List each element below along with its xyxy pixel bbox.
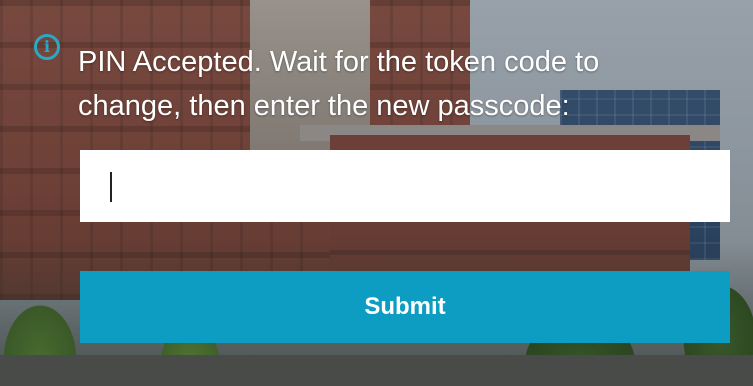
status-message-line-1: PIN Accepted. Wait for the token code to — [78, 46, 600, 78]
status-message: PIN Accepted. Wait for the token code to… — [78, 40, 728, 128]
text-caret — [110, 172, 112, 202]
passcode-input[interactable] — [80, 150, 730, 222]
submit-button[interactable]: Submit — [80, 271, 730, 343]
info-icon: i — [34, 34, 60, 60]
status-message-line-2: change, then enter the new passcode: — [78, 90, 570, 122]
